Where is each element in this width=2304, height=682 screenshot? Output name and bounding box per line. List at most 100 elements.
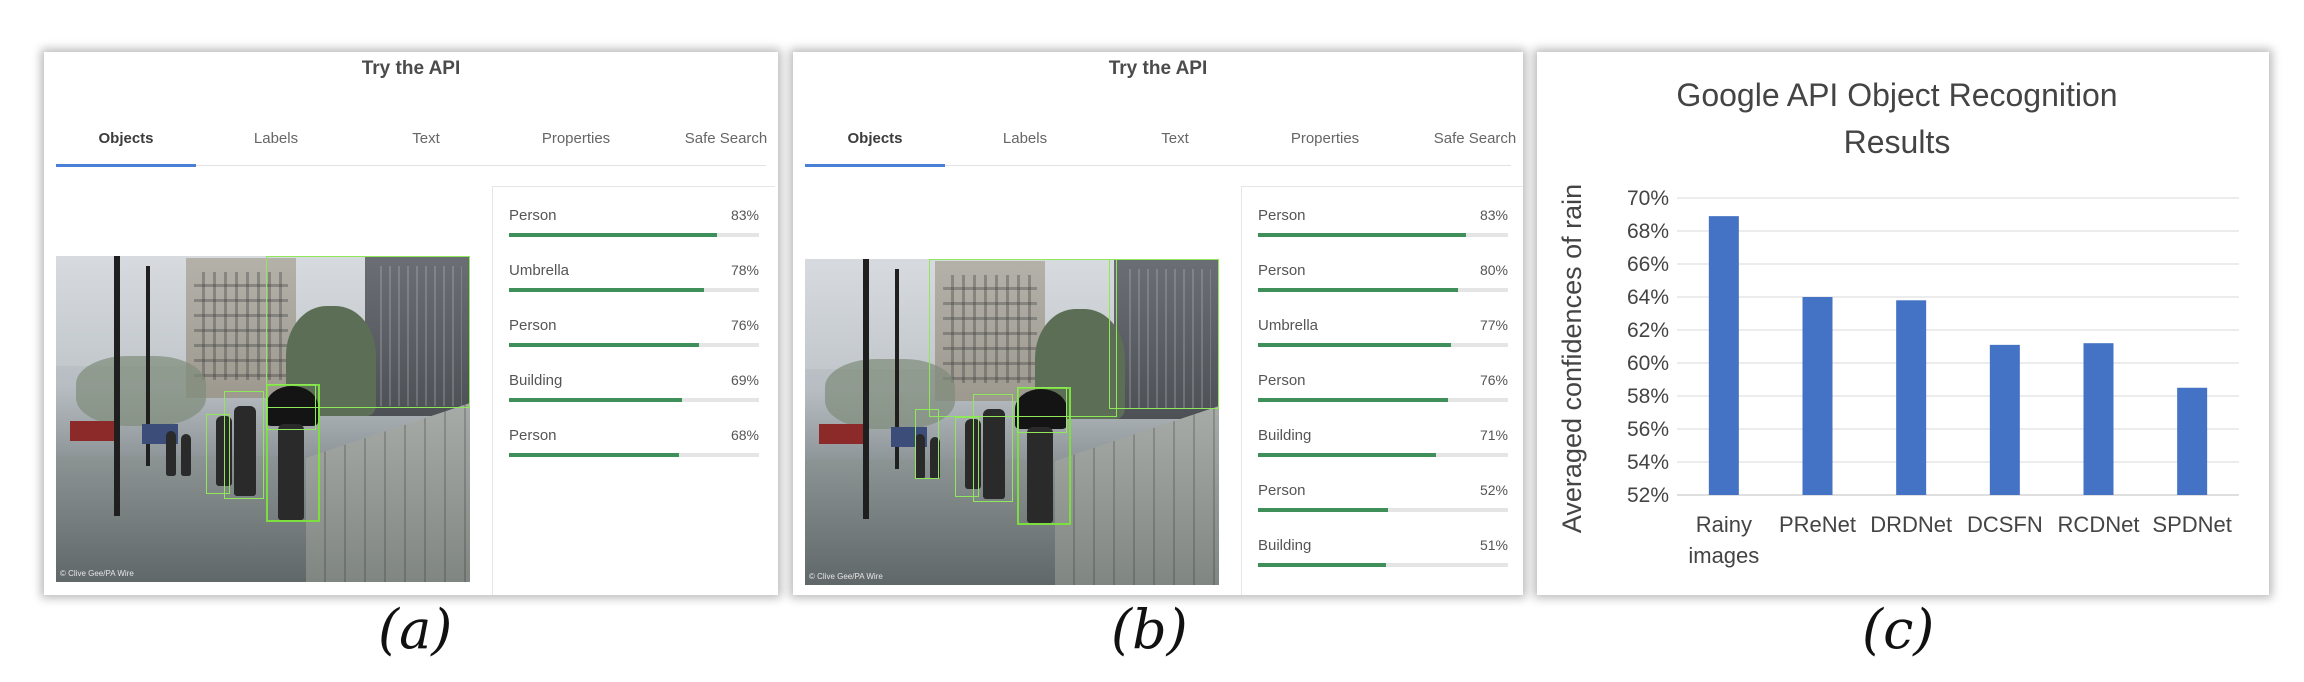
- y-tick-label: 70%: [1627, 187, 1669, 210]
- score-bar-track: [509, 453, 759, 457]
- bar: [2083, 343, 2114, 495]
- result-label: Person: [509, 317, 557, 334]
- result-score: 78%: [730, 262, 759, 278]
- y-tick-label: 62%: [1627, 319, 1669, 342]
- chart-title: Google API Object Recognition: [1676, 77, 2117, 113]
- result-row[interactable]: Building 51%: [1258, 537, 1508, 577]
- result-row[interactable]: Building 69%: [509, 372, 759, 412]
- detection-box: [224, 391, 264, 499]
- result-row[interactable]: Person 76%: [509, 317, 759, 357]
- y-tick-label: 64%: [1627, 286, 1669, 309]
- result-row[interactable]: Person 68%: [509, 427, 759, 467]
- result-score: 52%: [1479, 482, 1508, 498]
- y-tick-label: 56%: [1627, 418, 1669, 441]
- result-label: Building: [1258, 537, 1312, 554]
- bar-chart: Google API Object Recognition Results Aver…: [1557, 77, 2239, 568]
- result-label: Person: [509, 207, 557, 224]
- y-tick-label: 66%: [1627, 253, 1669, 276]
- bar: [1802, 297, 1833, 495]
- x-tick-label: RCDNet: [2058, 512, 2140, 537]
- tab-properties[interactable]: Properties: [1255, 130, 1395, 166]
- result-label: Building: [509, 372, 563, 389]
- tab-safe-search[interactable]: Safe Search: [1405, 130, 1523, 166]
- result-score: 76%: [730, 317, 759, 333]
- y-axis-label: Averaged confidences of rain: [1557, 184, 1587, 533]
- caption-a: (a): [378, 598, 453, 661]
- score-bar-fill: [1258, 508, 1388, 512]
- score-bar-track: [1258, 288, 1508, 292]
- result-label: Umbrella: [1258, 317, 1319, 334]
- detection-box: [206, 414, 230, 494]
- result-label: Person: [1258, 482, 1306, 499]
- tab-labels[interactable]: Labels: [955, 130, 1095, 166]
- image-credit: © Clive Gee/PA Wire: [60, 569, 134, 578]
- bar: [1708, 216, 1739, 495]
- api-panel-b: Try the API Objects Labels Text Properties Sa…: [793, 52, 1523, 595]
- x-tick-label: SPDNet: [2152, 512, 2231, 537]
- results-list: Person 83% Person 80% Umbrella 77% Perso…: [1241, 186, 1523, 595]
- score-bar-track: [509, 233, 759, 237]
- results-list: Person 83% Umbrella 78% Person 76% Build…: [492, 186, 775, 595]
- result-row[interactable]: Person 83%: [509, 207, 759, 247]
- result-score: 69%: [730, 372, 759, 388]
- detection-box: [955, 417, 979, 497]
- score-bar-fill: [509, 233, 717, 237]
- tab-objects[interactable]: Objects: [56, 130, 196, 167]
- caption-c: (c): [1862, 598, 1935, 661]
- result-label: Person: [1258, 207, 1306, 224]
- score-bar-fill: [1258, 343, 1451, 347]
- score-bar-fill: [1258, 563, 1386, 567]
- score-bar-track: [1258, 233, 1508, 237]
- rain-street-photo: © Clive Gee/PA Wire: [56, 256, 470, 582]
- api-title: Try the API: [1108, 58, 1208, 79]
- result-row[interactable]: Person 52%: [1258, 482, 1508, 522]
- caption-b: (b): [1111, 598, 1188, 661]
- x-tick-label: Rainy: [1696, 512, 1752, 537]
- result-row[interactable]: Umbrella 77%: [1258, 317, 1508, 357]
- score-bar-track: [509, 343, 759, 347]
- tab-labels[interactable]: Labels: [206, 130, 346, 166]
- tab-bar: Objects Labels Text Properties Safe Search: [805, 130, 1516, 167]
- x-tick-label: PReNet: [1779, 512, 1856, 537]
- chart-panel: Google API Object Recognition Results Aver…: [1537, 52, 2269, 595]
- score-bar-fill: [1258, 233, 1466, 237]
- image-credit: © Clive Gee/PA Wire: [809, 572, 883, 581]
- x-tick-label: images: [1688, 543, 1759, 568]
- score-bar-track: [1258, 398, 1508, 402]
- tab-objects[interactable]: Objects: [805, 130, 945, 167]
- score-bar-fill: [509, 288, 704, 292]
- detection-box: [1017, 387, 1067, 433]
- result-row[interactable]: Umbrella 78%: [509, 262, 759, 302]
- result-label: Umbrella: [509, 262, 570, 279]
- result-score: 77%: [1479, 317, 1508, 333]
- chart-title: Results: [1844, 124, 1951, 160]
- y-tick-label: 54%: [1627, 451, 1669, 474]
- result-row[interactable]: Person 83%: [1258, 207, 1508, 247]
- result-score: 83%: [730, 207, 759, 223]
- bar: [1896, 300, 1927, 495]
- api-title: Try the API: [361, 58, 461, 79]
- score-bar-fill: [509, 398, 682, 402]
- x-tick-label: DRDNet: [1870, 512, 1952, 537]
- result-score: 80%: [1479, 262, 1508, 278]
- result-row[interactable]: Person 76%: [1258, 372, 1508, 412]
- detection-box: [1109, 259, 1219, 409]
- bar: [2177, 387, 2208, 495]
- score-bar-track: [1258, 508, 1508, 512]
- x-tick-label: DCSFN: [1967, 512, 2043, 537]
- score-bar-fill: [1258, 453, 1436, 457]
- result-label: Person: [1258, 372, 1306, 389]
- result-row[interactable]: Building 71%: [1258, 427, 1508, 467]
- y-tick-label: 58%: [1627, 385, 1669, 408]
- result-score: 83%: [1479, 207, 1508, 223]
- tab-text[interactable]: Text: [356, 130, 496, 166]
- tab-text[interactable]: Text: [1105, 130, 1245, 166]
- tab-bar: Objects Labels Text Properties Safe Search: [56, 130, 767, 167]
- tab-safe-search[interactable]: Safe Search: [656, 130, 778, 166]
- result-label: Building: [1258, 427, 1312, 444]
- score-bar-track: [1258, 453, 1508, 457]
- result-row[interactable]: Person 80%: [1258, 262, 1508, 302]
- y-tick-label: 60%: [1627, 352, 1669, 375]
- tab-properties[interactable]: Properties: [506, 130, 646, 166]
- score-bar-fill: [509, 343, 699, 347]
